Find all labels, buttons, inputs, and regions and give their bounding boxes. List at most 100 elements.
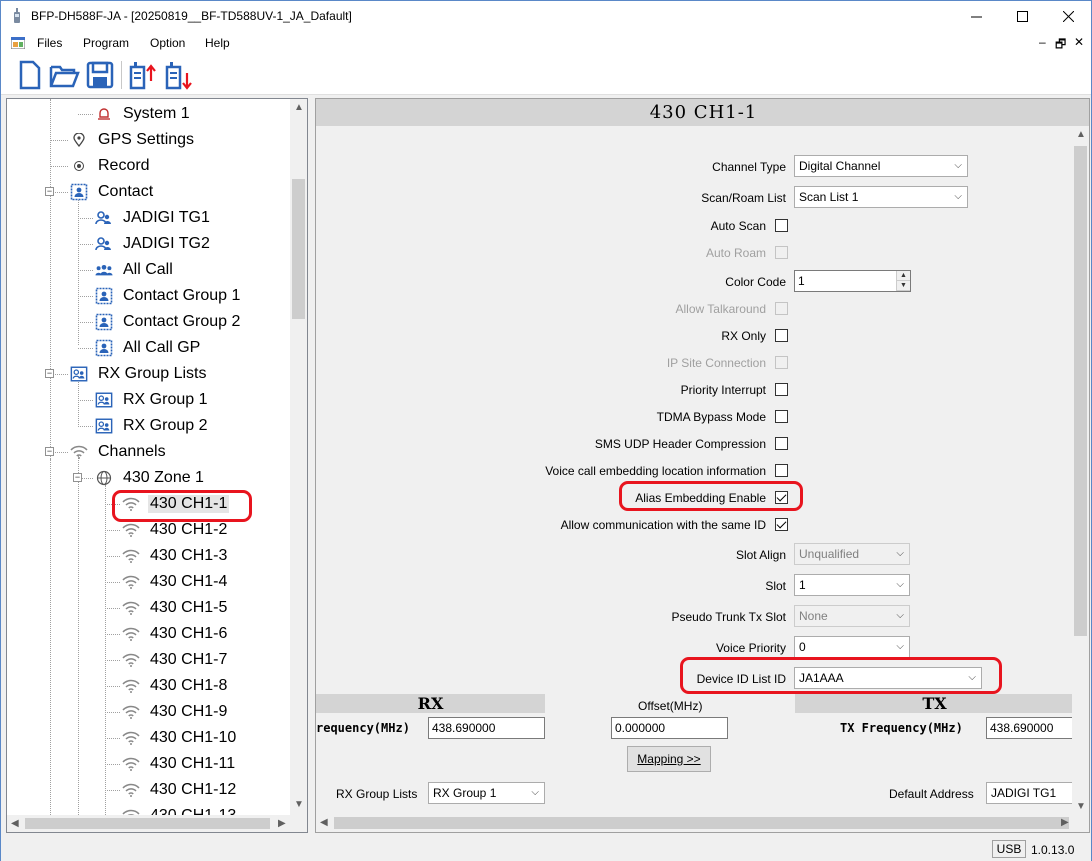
tree-item[interactable]: RX Group 2 [95,415,209,437]
tree-connector-line [105,608,120,609]
mapping-button[interactable]: Mapping >> [627,746,711,772]
sms-udp-checkbox[interactable] [775,437,788,450]
auto-roam-checkbox[interactable] [775,246,788,259]
tree-item[interactable]: JADIGI TG2 [95,233,212,255]
tree-item[interactable]: Contact [70,181,155,203]
scan-roam-select[interactable]: Scan List 1 ⌵ [794,186,968,208]
tree-scroll-thumb[interactable] [292,179,305,319]
priority-interrupt-checkbox[interactable] [775,383,788,396]
mdi-minimize-button[interactable]: – [1039,35,1046,49]
voice-embed-checkbox[interactable] [775,464,788,477]
scroll-right-arrow-icon[interactable]: ▶ [1061,817,1069,828]
collapse-toggle-icon[interactable]: − [73,473,82,482]
tree-vertical-scrollbar[interactable]: ▲ ▼ [290,99,307,815]
highlight-device-id-mark [680,657,1002,694]
spin-down-icon[interactable]: ▼ [897,281,910,291]
contact-card-icon [95,313,113,331]
write-radio-icon[interactable] [126,59,158,91]
contact-card-icon [70,183,88,201]
ip-site-checkbox[interactable] [775,356,788,369]
menu-option[interactable]: Option [150,36,185,50]
tree-item[interactable]: RX Group 1 [95,389,209,411]
panel-hscroll-thumb[interactable] [334,817,1069,829]
tree-item[interactable]: 430 CH1-7 [122,649,229,671]
color-code-input[interactable]: 1 ▲ ▼ [794,270,911,292]
slot-select[interactable]: 1 ⌵ [794,574,910,596]
tree-item[interactable]: RX Group Lists [70,363,208,385]
close-button[interactable] [1045,1,1091,31]
tree-item[interactable]: 430 CH1-2 [122,519,229,541]
offset-label: Offset(MHz) [638,699,703,713]
tdma-bypass-checkbox[interactable] [775,410,788,423]
tree-hscroll-thumb[interactable] [25,818,270,829]
default-address-select[interactable]: JADIGI TG1 [986,782,1074,804]
open-folder-icon[interactable] [48,59,80,91]
channel-type-select[interactable]: Digital Channel ⌵ [794,155,968,177]
panel-vertical-scrollbar[interactable]: ▲ ▼ [1072,126,1089,816]
tree-item[interactable]: Record [70,155,152,177]
scroll-right-arrow-icon[interactable]: ▶ [278,818,286,829]
save-icon[interactable] [84,59,116,91]
tree-item[interactable]: 430 CH1-5 [122,597,229,619]
slot-align-select[interactable]: Unqualified ⌵ [794,543,910,565]
slot-value: 1 [799,578,806,592]
collapse-toggle-icon[interactable]: − [45,187,54,196]
menu-files[interactable]: Files [37,36,62,50]
tx-section-header: TX [795,694,1074,713]
scan-roam-label: Scan/Roam List [701,191,786,205]
tree-item[interactable]: 430 CH1-6 [122,623,229,645]
scroll-up-arrow-icon[interactable]: ▲ [1076,129,1086,140]
tree-item[interactable]: 430 CH1-10 [122,727,238,749]
allow-talkaround-checkbox[interactable] [775,302,788,315]
minimize-button[interactable] [953,1,999,31]
wifi-icon [122,573,140,591]
tx-frequency-input[interactable]: 438.690000 [986,717,1074,739]
voice-priority-select[interactable]: 0 ⌵ [794,636,910,658]
panel-scroll-thumb[interactable] [1074,146,1087,636]
rx-only-checkbox[interactable] [775,329,788,342]
rx-group-value: RX Group 1 [433,786,497,800]
mdi-document-icon [11,37,25,49]
rx-group-select[interactable]: RX Group 1 ⌵ [428,782,545,804]
scroll-up-arrow-icon[interactable]: ▲ [294,102,304,113]
scan-roam-value: Scan List 1 [799,190,859,204]
scroll-down-arrow-icon[interactable]: ▼ [1076,801,1086,812]
tree-item[interactable]: JADIGI TG1 [95,207,212,229]
read-radio-icon[interactable] [162,59,194,91]
tree-item[interactable]: 430 CH1-4 [122,571,229,593]
tree-item[interactable]: Channels [70,441,168,463]
scroll-left-arrow-icon[interactable]: ◀ [320,817,328,828]
tree-item[interactable]: Contact Group 1 [95,285,242,307]
rx-frequency-input[interactable]: 438.690000 [428,717,545,739]
mdi-close-button[interactable]: ✕ [1074,35,1084,49]
tree-item[interactable]: All Call GP [95,337,202,359]
tree-item[interactable]: Contact Group 2 [95,311,242,333]
menu-program[interactable]: Program [83,36,129,50]
tree-horizontal-scrollbar[interactable]: ◀ ▶ [7,815,307,832]
tree-item[interactable]: 430 CH1-9 [122,701,229,723]
tree-item[interactable]: 430 Zone 1 [95,467,206,489]
collapse-toggle-icon[interactable]: − [45,447,54,456]
allow-same-id-checkbox[interactable] [775,518,788,531]
tree-item[interactable]: All Call [95,259,175,281]
menu-help[interactable]: Help [205,36,230,50]
tree-item[interactable]: GPS Settings [70,129,196,151]
color-code-spinner[interactable]: ▲ ▼ [896,271,910,291]
scroll-left-arrow-icon[interactable]: ◀ [11,818,19,829]
tree-item[interactable]: 430 CH1-12 [122,779,238,801]
auto-scan-checkbox[interactable] [775,219,788,232]
pseudo-trunk-select[interactable]: None ⌵ [794,605,910,627]
tree-item[interactable]: System 1 [95,103,192,125]
spin-up-icon[interactable]: ▲ [897,271,910,281]
tree-item[interactable]: 430 CH1-3 [122,545,229,567]
collapse-toggle-icon[interactable]: − [45,369,54,378]
new-file-icon[interactable] [13,59,45,91]
tree-item[interactable]: 430 CH1-8 [122,675,229,697]
panel-horizontal-scrollbar[interactable]: ◀ ▶ [316,814,1089,832]
maximize-button[interactable] [999,1,1045,31]
scroll-down-arrow-icon[interactable]: ▼ [294,799,304,810]
mdi-restore-button[interactable]: 🗗 [1055,35,1066,56]
group-users-icon [95,209,113,227]
tree-item[interactable]: 430 CH1-11 [122,753,237,775]
offset-input[interactable]: 0.000000 [611,717,728,739]
